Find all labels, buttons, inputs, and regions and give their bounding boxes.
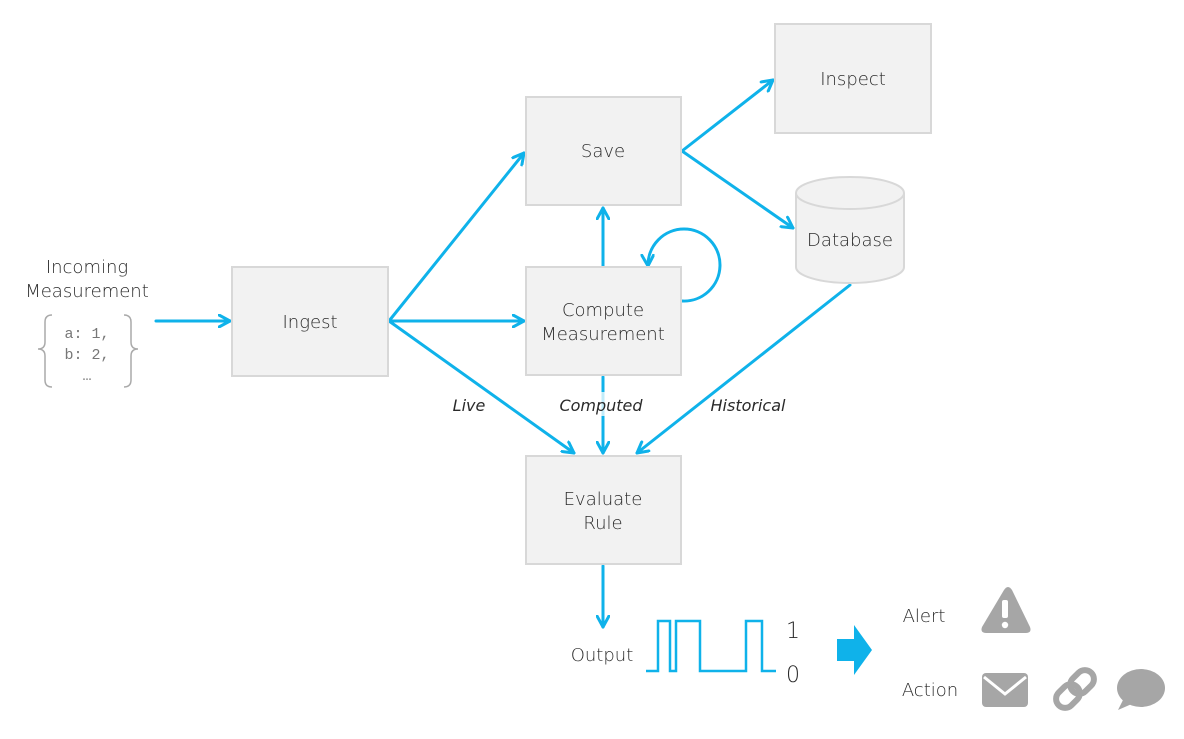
email-icon bbox=[982, 673, 1028, 707]
output-signal-waveform bbox=[646, 619, 776, 673]
node-save[interactable]: Save bbox=[525, 96, 682, 206]
chat-icon bbox=[1117, 669, 1165, 710]
action-label: Action bbox=[902, 680, 958, 701]
node-inspect-label: Inspect bbox=[820, 69, 886, 90]
node-evaluate-rule[interactable]: Evaluate Rule bbox=[525, 455, 682, 565]
link-icon bbox=[1053, 667, 1097, 711]
alert-label: Alert bbox=[903, 606, 946, 627]
payload-line: b: 2, bbox=[64, 347, 109, 364]
node-compute-label-line1: Compute bbox=[562, 300, 644, 321]
incoming-title-line1: Incoming bbox=[46, 257, 128, 278]
node-database-label: Database bbox=[807, 230, 893, 251]
output-label: Output bbox=[571, 645, 634, 666]
node-save-label: Save bbox=[581, 141, 625, 162]
node-inspect[interactable]: Inspect bbox=[774, 23, 932, 134]
warning-icon bbox=[981, 587, 1031, 633]
edge-ingest-to-save bbox=[387, 151, 526, 323]
signal-low-label: 0 bbox=[786, 663, 800, 688]
left-brace-icon bbox=[37, 314, 53, 388]
pipeline-diagram: Incoming Measurement a: 1, b: 2, … Live … bbox=[25, 23, 1165, 711]
node-compute-label-line2: Measurement bbox=[541, 324, 665, 345]
right-brace-icon bbox=[123, 314, 139, 388]
right-arrow-icon bbox=[837, 625, 872, 675]
signal-high-label: 1 bbox=[786, 619, 800, 644]
node-ingest-label: Ingest bbox=[282, 312, 337, 333]
node-evaluate-label-line1: Evaluate bbox=[564, 489, 643, 510]
node-database[interactable]: Database bbox=[795, 176, 905, 284]
edge-label-historical: Historical bbox=[711, 396, 787, 415]
edge-label-live: Live bbox=[453, 396, 486, 415]
edge-label-computed: Computed bbox=[559, 396, 643, 415]
incoming-title-line2: Measurement bbox=[25, 281, 149, 302]
payload-line: a: 1, bbox=[64, 326, 109, 343]
edge-save-to-database bbox=[680, 149, 795, 230]
edge-save-to-inspect bbox=[680, 78, 775, 153]
node-evaluate-label-line2: Rule bbox=[583, 513, 622, 534]
payload-line: … bbox=[82, 368, 91, 385]
node-ingest[interactable]: Ingest bbox=[231, 266, 389, 377]
node-compute-measurement[interactable]: Compute Measurement bbox=[525, 266, 682, 376]
incoming-measurement: Incoming Measurement a: 1, b: 2, … bbox=[25, 257, 149, 388]
